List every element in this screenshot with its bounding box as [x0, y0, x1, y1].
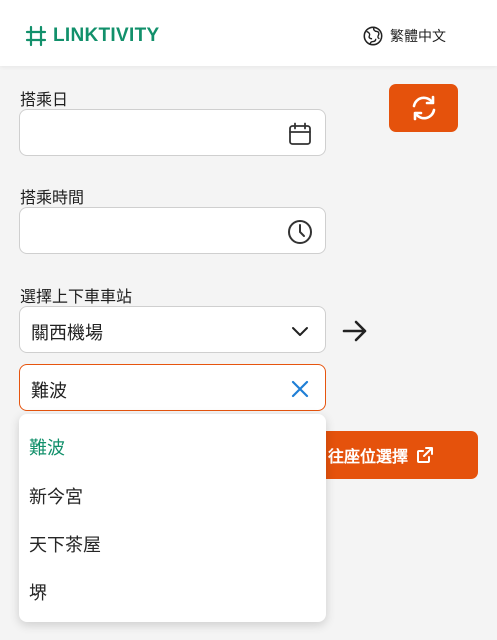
arrow-right-icon	[342, 320, 367, 342]
time-input[interactable]	[19, 207, 326, 254]
clear-icon[interactable]	[287, 376, 313, 402]
globe-icon	[363, 26, 383, 46]
chevron-down-icon	[292, 327, 308, 336]
calendar-icon	[289, 122, 311, 145]
from-station-value: 關西機場	[31, 323, 103, 344]
station-option[interactable]: 新今宮	[29, 483, 83, 509]
station-options-list: 難波 新今宮 天下茶屋 堺	[19, 414, 326, 622]
app-header: LINKTIVITY 繁體中文	[0, 0, 497, 66]
seat-select-label: 往座位選擇	[327, 447, 408, 466]
seat-select-button[interactable]: 往座位選擇	[300, 431, 478, 479]
clock-icon	[288, 220, 312, 244]
brand-name: LINKTIVITY	[53, 25, 160, 46]
station-option[interactable]: 天下茶屋	[29, 531, 101, 557]
date-input[interactable]	[19, 109, 326, 156]
date-label: 搭乘日	[20, 90, 69, 109]
station-option[interactable]: 堺	[29, 579, 47, 605]
time-label: 搭乘時間	[20, 188, 85, 207]
language-switcher[interactable]: 繁體中文	[362, 25, 446, 47]
language-label: 繁體中文	[390, 29, 446, 45]
from-station-select[interactable]: 關西機場	[19, 306, 326, 353]
external-link-icon	[417, 447, 433, 463]
to-station-search-input[interactable]: 難波	[19, 364, 326, 411]
station-label: 選擇上下車車站	[20, 287, 133, 306]
linktivity-logo-icon	[25, 25, 47, 47]
station-option[interactable]: 難波	[29, 434, 65, 460]
brand-logo[interactable]: LINKTIVITY	[24, 23, 159, 49]
refresh-icon	[412, 95, 435, 121]
refresh-button[interactable]	[389, 84, 458, 132]
to-station-value: 難波	[31, 381, 67, 402]
